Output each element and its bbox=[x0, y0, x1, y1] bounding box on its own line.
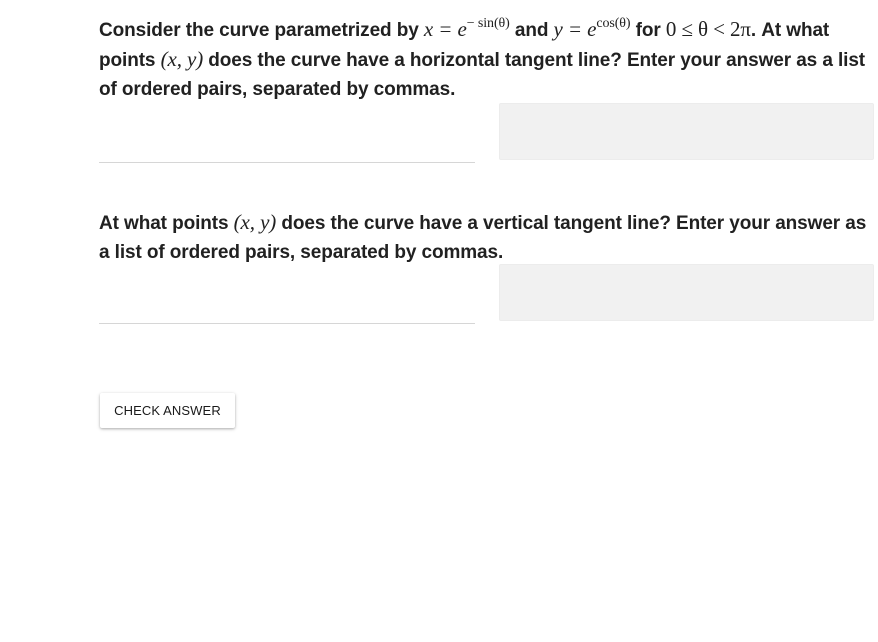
question1-text-before: Consider the curve parametrized by bbox=[99, 20, 424, 41]
question1-text-end: does the curve have a horizontal tangent… bbox=[99, 50, 866, 100]
question2-text-before: At what points bbox=[99, 213, 234, 234]
math-point: (x, y) bbox=[233, 210, 277, 234]
math-y-exponent: cos(θ) bbox=[596, 16, 631, 31]
answer1-input-box[interactable] bbox=[499, 103, 874, 160]
math-point: (x, y) bbox=[160, 47, 204, 71]
question1-text-for: for bbox=[630, 20, 666, 41]
question-vertical-tangent: At what points (x, y) does the curve hav… bbox=[99, 208, 875, 267]
math-y-equation: y = ecos(θ) bbox=[553, 16, 631, 42]
answer1-underline bbox=[99, 162, 475, 163]
answer2-underline bbox=[99, 323, 475, 324]
math-x-equation: x = e− sin(θ) bbox=[423, 16, 510, 42]
math-theta-range: 0 ≤ θ < 2π bbox=[665, 17, 751, 41]
math-x-exponent: − sin(θ) bbox=[466, 16, 510, 31]
question-horizontal-tangent: Consider the curve parametrized by x = e… bbox=[99, 15, 875, 104]
check-answer-button[interactable]: CHECK ANSWER bbox=[100, 393, 235, 428]
question1-text-and: and bbox=[509, 20, 554, 41]
answer2-input-box[interactable] bbox=[499, 264, 874, 321]
